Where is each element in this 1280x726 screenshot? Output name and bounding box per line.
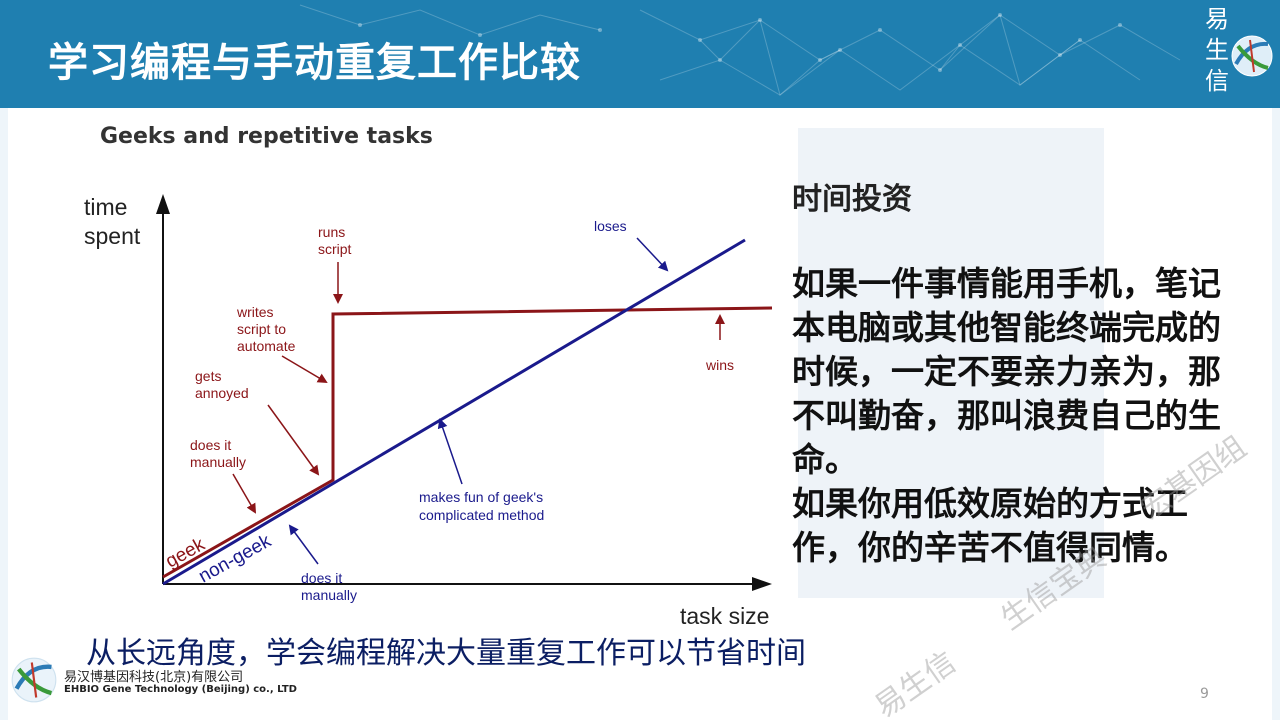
- x-axis-label: task size: [680, 603, 769, 629]
- arrow-loses: [636, 237, 669, 272]
- company-logo-icon: [11, 657, 57, 703]
- non-geek-line: [162, 238, 746, 586]
- side-panel-heading: 时间投资: [792, 182, 912, 217]
- arrow-gets-annoyed: [267, 404, 320, 476]
- annotation-makes-fun-2: complicated method: [419, 507, 544, 523]
- company-name-cn: 易汉博基因科技(北京)有限公司: [64, 670, 244, 685]
- x-axis-arrowhead: [752, 577, 772, 591]
- annotation-does-it-manually-geek-1: does it: [190, 437, 231, 453]
- arrow-makes-fun: [437, 418, 463, 485]
- arrow-writes-script: [281, 355, 328, 384]
- brand-vertical-text: 易生信: [1205, 5, 1229, 95]
- y-axis-arrowhead: [156, 194, 170, 214]
- annotation-does-it-manually-nongeek-2: manually: [301, 587, 357, 603]
- side-panel-paragraph-1: 如果一件事情能用手机，笔记本电脑或其他智能终端完成的时候，一定不要亲力亲为，那不…: [792, 264, 1221, 479]
- annotation-does-it-manually-geek-2: manually: [190, 454, 246, 470]
- page-number: 9: [1200, 686, 1209, 702]
- arrow-does-it-manually-nongeek: [288, 524, 319, 565]
- annotation-wins: wins: [705, 357, 734, 373]
- y-axis-label-line2: spent: [84, 223, 141, 249]
- watermark-1: 易生信: [868, 644, 963, 726]
- annotation-loses: loses: [594, 218, 627, 234]
- y-axis-label-line1: time: [84, 194, 127, 220]
- ehbio-logo-icon: [1231, 35, 1273, 77]
- annotation-does-it-manually-nongeek-1: does it: [301, 570, 342, 586]
- company-name-en: EHBIO Gene Technology (Beijing) co., LTD: [64, 684, 297, 695]
- annotation-gets-annoyed-2: annoyed: [195, 385, 249, 401]
- annotation-gets-annoyed-1: gets: [195, 368, 221, 384]
- annotation-writes-script-2: script to: [237, 321, 286, 337]
- annotation-runs-script-1: runs: [318, 224, 345, 240]
- annotation-makes-fun-1: makes fun of geek's: [419, 489, 543, 505]
- arrow-does-it-manually-geek: [232, 473, 257, 514]
- right-border-strip: [1272, 108, 1280, 720]
- annotation-writes-script-3: automate: [237, 338, 296, 354]
- side-panel-body: 如果一件事情能用手机，笔记本电脑或其他智能终端完成的时候，一定不要亲力亲为，那不…: [792, 262, 1252, 570]
- geek-chart: time spent task size runs script writes …: [84, 194, 773, 629]
- annotation-runs-script-2: script: [318, 241, 352, 257]
- annotation-writes-script-1: writes: [236, 304, 274, 320]
